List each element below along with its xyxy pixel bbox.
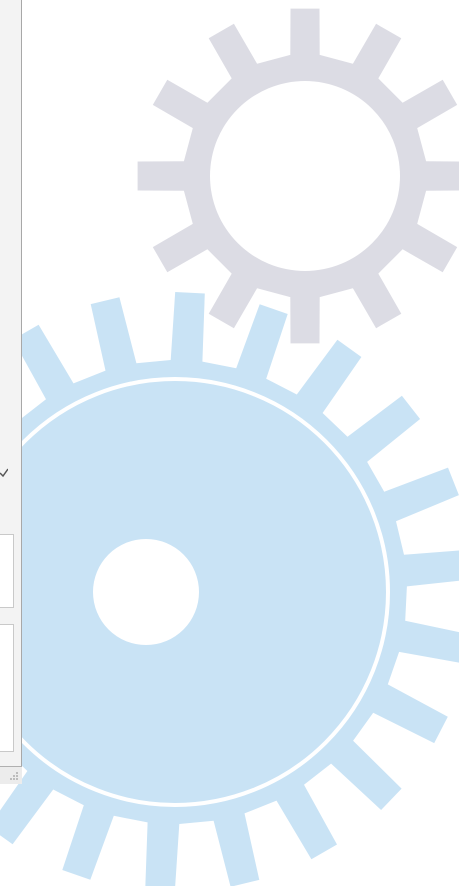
desktop-wallpaper bbox=[0, 0, 459, 886]
status-bar bbox=[0, 766, 22, 784]
chevron-down-icon[interactable] bbox=[0, 468, 8, 478]
blue-gear-hole bbox=[93, 539, 199, 645]
resize-grip-icon[interactable] bbox=[9, 771, 19, 781]
app-window-edge bbox=[0, 0, 22, 784]
text-field[interactable] bbox=[0, 534, 14, 608]
blue-gear-icon bbox=[0, 292, 459, 886]
text-area[interactable] bbox=[0, 624, 14, 752]
